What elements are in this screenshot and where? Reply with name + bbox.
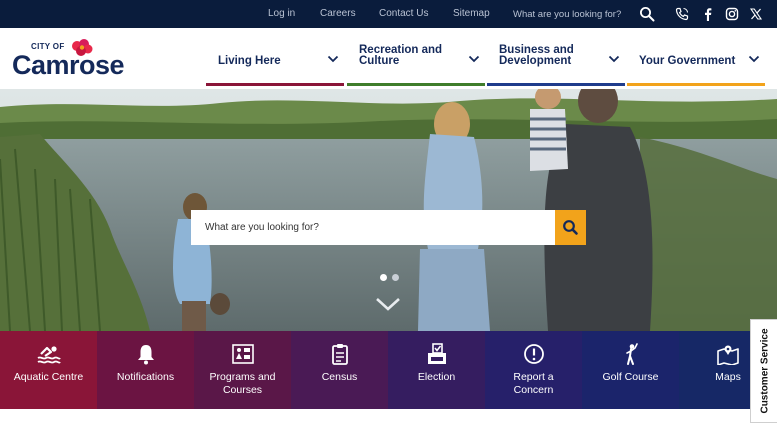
quick-links: Aquatic Centre Notifications Programs an… xyxy=(0,331,777,409)
chevron-down-icon[interactable] xyxy=(375,296,401,312)
x-twitter-icon[interactable] xyxy=(748,6,764,22)
nav-label: Culture xyxy=(359,55,400,67)
quick-link-programs-courses[interactable]: Programs and Courses xyxy=(194,331,291,409)
tile-label: Notifications xyxy=(116,371,175,383)
tile-label: Aquatic Centre xyxy=(13,371,84,383)
nav-underline xyxy=(487,83,625,86)
instagram-icon[interactable] xyxy=(724,6,740,22)
golfer-icon xyxy=(625,343,638,365)
customer-service-label: Customer Service xyxy=(759,328,770,414)
quick-link-election[interactable]: Election xyxy=(388,331,485,409)
quick-link-aquatic-centre[interactable]: Aquatic Centre xyxy=(0,331,97,409)
nav-business-development[interactable]: Business and Development xyxy=(487,28,625,86)
map-icon xyxy=(717,345,739,365)
tile-label: Programs and xyxy=(209,371,276,383)
tile-label: Census xyxy=(321,371,358,383)
nav-underline xyxy=(206,83,344,86)
exclamation-icon xyxy=(523,344,544,364)
sitemap-link[interactable]: Sitemap xyxy=(453,8,490,19)
slide-dot-2[interactable] xyxy=(392,274,399,281)
search-icon xyxy=(563,220,578,235)
nav-underline xyxy=(627,83,765,86)
chevron-down-icon xyxy=(327,55,339,63)
contact-us-link[interactable]: Contact Us xyxy=(379,8,428,19)
utility-search xyxy=(505,3,665,25)
tile-label: Election xyxy=(417,371,456,383)
ballot-box-icon xyxy=(427,343,446,364)
nav-living-here[interactable]: Living Here xyxy=(206,28,344,86)
clipboard-icon xyxy=(331,344,348,365)
tile-label: Golf Course xyxy=(602,371,659,383)
chevron-down-icon xyxy=(748,55,760,63)
quick-link-notifications[interactable]: Notifications xyxy=(97,331,194,409)
tile-label: Report a xyxy=(513,371,554,383)
quick-link-census[interactable]: Census xyxy=(291,331,388,409)
hero-search-input[interactable] xyxy=(191,210,555,245)
search-icon[interactable] xyxy=(639,6,655,22)
quick-link-golf-course[interactable]: Golf Course xyxy=(582,331,679,409)
chevron-down-icon xyxy=(608,55,620,63)
quick-link-report-concern[interactable]: Report a Concern xyxy=(485,331,582,409)
phone-icon[interactable] xyxy=(674,6,690,22)
nav-label: Living Here xyxy=(218,55,281,67)
hero-search xyxy=(191,210,586,245)
nav-label: Development xyxy=(499,55,572,67)
utility-bar: Log in Careers Contact Us Sitemap xyxy=(0,0,777,28)
logo-camrose: Camrose xyxy=(12,50,125,80)
hero-search-button[interactable] xyxy=(555,210,586,245)
swimmer-icon xyxy=(37,346,61,364)
tile-label: Courses xyxy=(222,384,263,396)
customer-service-tab[interactable]: Customer Service xyxy=(750,319,777,423)
nav-recreation-culture[interactable]: Recreation and Culture xyxy=(347,28,485,86)
city-logo[interactable]: CITY OF Camrose xyxy=(10,38,140,82)
activities-icon xyxy=(231,344,254,364)
page: Log in Careers Contact Us Sitemap CITY O… xyxy=(0,0,777,423)
nav-label: Your Government xyxy=(639,55,736,67)
bell-icon xyxy=(137,345,154,365)
hero-banner xyxy=(0,89,777,331)
login-link[interactable]: Log in xyxy=(268,8,295,19)
nav-your-government[interactable]: Your Government xyxy=(627,28,765,86)
tile-label: Concern xyxy=(513,384,554,396)
site-header: CITY OF Camrose Living Here Recreation a… xyxy=(0,28,777,89)
careers-link[interactable]: Careers xyxy=(320,8,356,19)
nav-underline xyxy=(347,83,485,86)
chevron-down-icon xyxy=(468,55,480,63)
utility-search-input[interactable] xyxy=(505,3,635,25)
slide-dot-1[interactable] xyxy=(380,274,387,281)
facebook-icon[interactable] xyxy=(700,6,716,22)
